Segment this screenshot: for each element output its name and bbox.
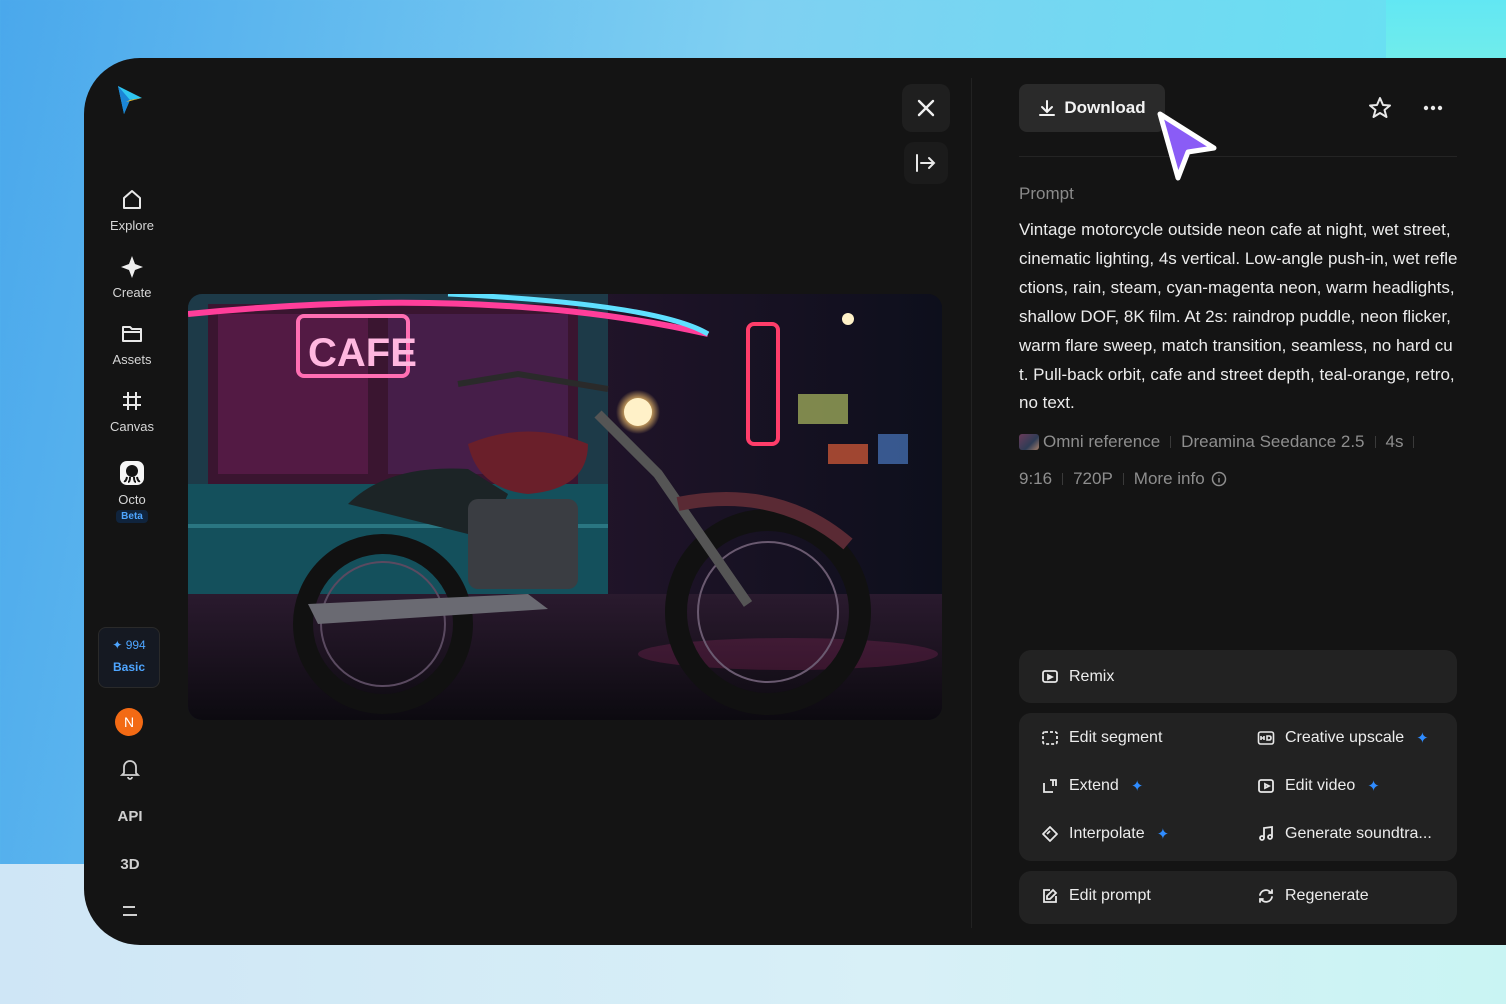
sidebar-item-octo[interactable]: Octo Beta bbox=[96, 460, 168, 523]
sidebar-item-label: Assets bbox=[112, 352, 152, 367]
folder-icon bbox=[122, 326, 142, 342]
regenerate-button[interactable]: Regenerate bbox=[1257, 887, 1369, 905]
separator bbox=[1413, 436, 1415, 448]
menu-button[interactable] bbox=[114, 904, 146, 922]
separator bbox=[1374, 436, 1376, 448]
edit-video-button[interactable]: Edit video ✦ bbox=[1257, 777, 1380, 795]
reference-label[interactable]: Omni reference bbox=[1043, 432, 1160, 452]
edit-prompt-icon bbox=[1043, 888, 1058, 903]
sidebar-item-label: Canvas bbox=[109, 419, 155, 434]
sidebar-item-explore[interactable]: Explore bbox=[96, 188, 168, 233]
sparkle-icon: ✦ bbox=[1367, 778, 1380, 795]
bell-icon bbox=[119, 760, 141, 780]
edit-prompt-button[interactable]: Edit prompt bbox=[1041, 887, 1151, 905]
creative-upscale-label: Creative upscale bbox=[1285, 729, 1405, 746]
generate-soundtrack-label: Generate soundtra... bbox=[1285, 825, 1432, 842]
3d-link[interactable]: 3D bbox=[114, 856, 146, 873]
ratio-label: 9:16 bbox=[1019, 469, 1053, 488]
credit-sparkle-icon: ✦ bbox=[112, 638, 123, 652]
sidebar-item-label: Explore bbox=[109, 218, 155, 233]
collapse-panel-button[interactable] bbox=[904, 142, 948, 184]
more-info-link[interactable]: More info bbox=[1134, 469, 1205, 489]
credits-widget[interactable]: ✦ 994 Basic bbox=[98, 627, 160, 688]
motorcycle-neon-cafe-image: CAFE bbox=[188, 294, 942, 720]
extend-label: Extend bbox=[1069, 777, 1119, 794]
sparkle-icon: ✦ bbox=[1130, 778, 1144, 795]
sidebar-item-assets[interactable]: Assets bbox=[96, 322, 168, 367]
edit-segment-button[interactable]: Edit segment bbox=[1041, 729, 1162, 747]
star-icon bbox=[1369, 97, 1391, 118]
notifications-button[interactable] bbox=[114, 758, 146, 784]
tools-panel: Edit segment Creative upscale ✦ Extend ✦… bbox=[1019, 713, 1457, 861]
sidebar-item-create[interactable]: Create bbox=[96, 255, 168, 300]
separator bbox=[1170, 436, 1172, 448]
panel-divider bbox=[971, 78, 972, 928]
hd-icon bbox=[1257, 731, 1275, 745]
reference-thumbnail bbox=[1019, 434, 1039, 450]
model-label: Dreamina Seedance 2.5 bbox=[1181, 432, 1365, 451]
creative-upscale-button[interactable]: Creative upscale ✦ bbox=[1257, 729, 1429, 747]
refresh-icon bbox=[1259, 889, 1273, 903]
header-divider bbox=[1019, 156, 1457, 157]
sparkle-icon: ✦ bbox=[1416, 730, 1429, 747]
download-icon bbox=[1039, 100, 1056, 116]
edit-segment-label: Edit segment bbox=[1069, 729, 1163, 746]
meta-row-2: 9:16 720P More info bbox=[1019, 469, 1227, 489]
duration-label: 4s bbox=[1385, 432, 1404, 451]
mouse-pointer-icon bbox=[1157, 111, 1217, 181]
extend-button[interactable]: Extend ✦ bbox=[1041, 777, 1143, 795]
remix-button[interactable]: Remix bbox=[1019, 650, 1457, 703]
edit-video-icon bbox=[1258, 779, 1274, 793]
logo-icon[interactable] bbox=[112, 82, 148, 118]
beta-badge: Beta bbox=[116, 510, 148, 523]
download-label: Download bbox=[1064, 98, 1146, 117]
more-icon bbox=[1423, 105, 1443, 111]
prompt-text: Vintage motorcycle outside neon cafe at … bbox=[1019, 220, 1458, 413]
sparkle-icon bbox=[121, 256, 143, 278]
resolution-label: 720P bbox=[1073, 469, 1113, 488]
octo-icon bbox=[120, 461, 144, 485]
sidebar-item-label: Create bbox=[112, 285, 152, 300]
remix-label: Remix bbox=[1069, 667, 1115, 685]
download-button[interactable]: Download bbox=[1019, 84, 1165, 132]
menu-icon bbox=[123, 906, 137, 916]
edit-video-label: Edit video bbox=[1285, 777, 1356, 794]
sparkle-icon: ✦ bbox=[1156, 826, 1170, 843]
favorite-button[interactable] bbox=[1366, 94, 1394, 122]
cafe-sign-text: CAFE bbox=[308, 331, 417, 375]
close-button[interactable] bbox=[902, 84, 950, 132]
more-options-button[interactable] bbox=[1419, 94, 1447, 122]
interpolate-button[interactable]: Interpolate ✦ bbox=[1041, 825, 1169, 843]
interpolate-icon bbox=[1042, 826, 1058, 842]
plan-tier: Basic bbox=[112, 660, 146, 674]
music-note-icon bbox=[1259, 825, 1273, 841]
info-icon[interactable] bbox=[1211, 471, 1227, 487]
home-icon bbox=[123, 190, 141, 209]
extend-icon bbox=[1043, 779, 1057, 793]
close-icon bbox=[917, 99, 935, 117]
credits-amount: 994 bbox=[125, 638, 146, 652]
app-window: Explore Create Assets Canvas Octo Beta ✦… bbox=[84, 58, 1506, 945]
sidebar-item-canvas[interactable]: Canvas bbox=[96, 389, 168, 434]
sidebar-item-label: Octo bbox=[118, 492, 146, 507]
separator bbox=[1122, 473, 1124, 485]
avatar[interactable]: N bbox=[115, 708, 143, 736]
regenerate-label: Regenerate bbox=[1285, 887, 1369, 904]
edit-segment-icon bbox=[1042, 731, 1058, 745]
generated-image[interactable]: CAFE bbox=[188, 294, 942, 720]
interpolate-label: Interpolate bbox=[1069, 825, 1145, 842]
prompt-actions-panel: Edit prompt Regenerate bbox=[1019, 871, 1457, 924]
generate-soundtrack-button[interactable]: Generate soundtra... bbox=[1257, 825, 1432, 843]
edit-prompt-label: Edit prompt bbox=[1069, 887, 1151, 904]
arrow-right-bar-icon bbox=[916, 154, 936, 172]
api-link[interactable]: API bbox=[114, 808, 146, 825]
separator bbox=[1062, 473, 1064, 485]
canvas-icon bbox=[123, 392, 141, 410]
prompt-label: Prompt bbox=[1019, 184, 1074, 203]
meta-row-1: Omni reference Dreamina Seedance 2.5 4s bbox=[1019, 432, 1424, 452]
sidebar: Explore Create Assets Canvas Octo Beta ✦… bbox=[84, 58, 180, 945]
remix-icon bbox=[1042, 669, 1058, 683]
